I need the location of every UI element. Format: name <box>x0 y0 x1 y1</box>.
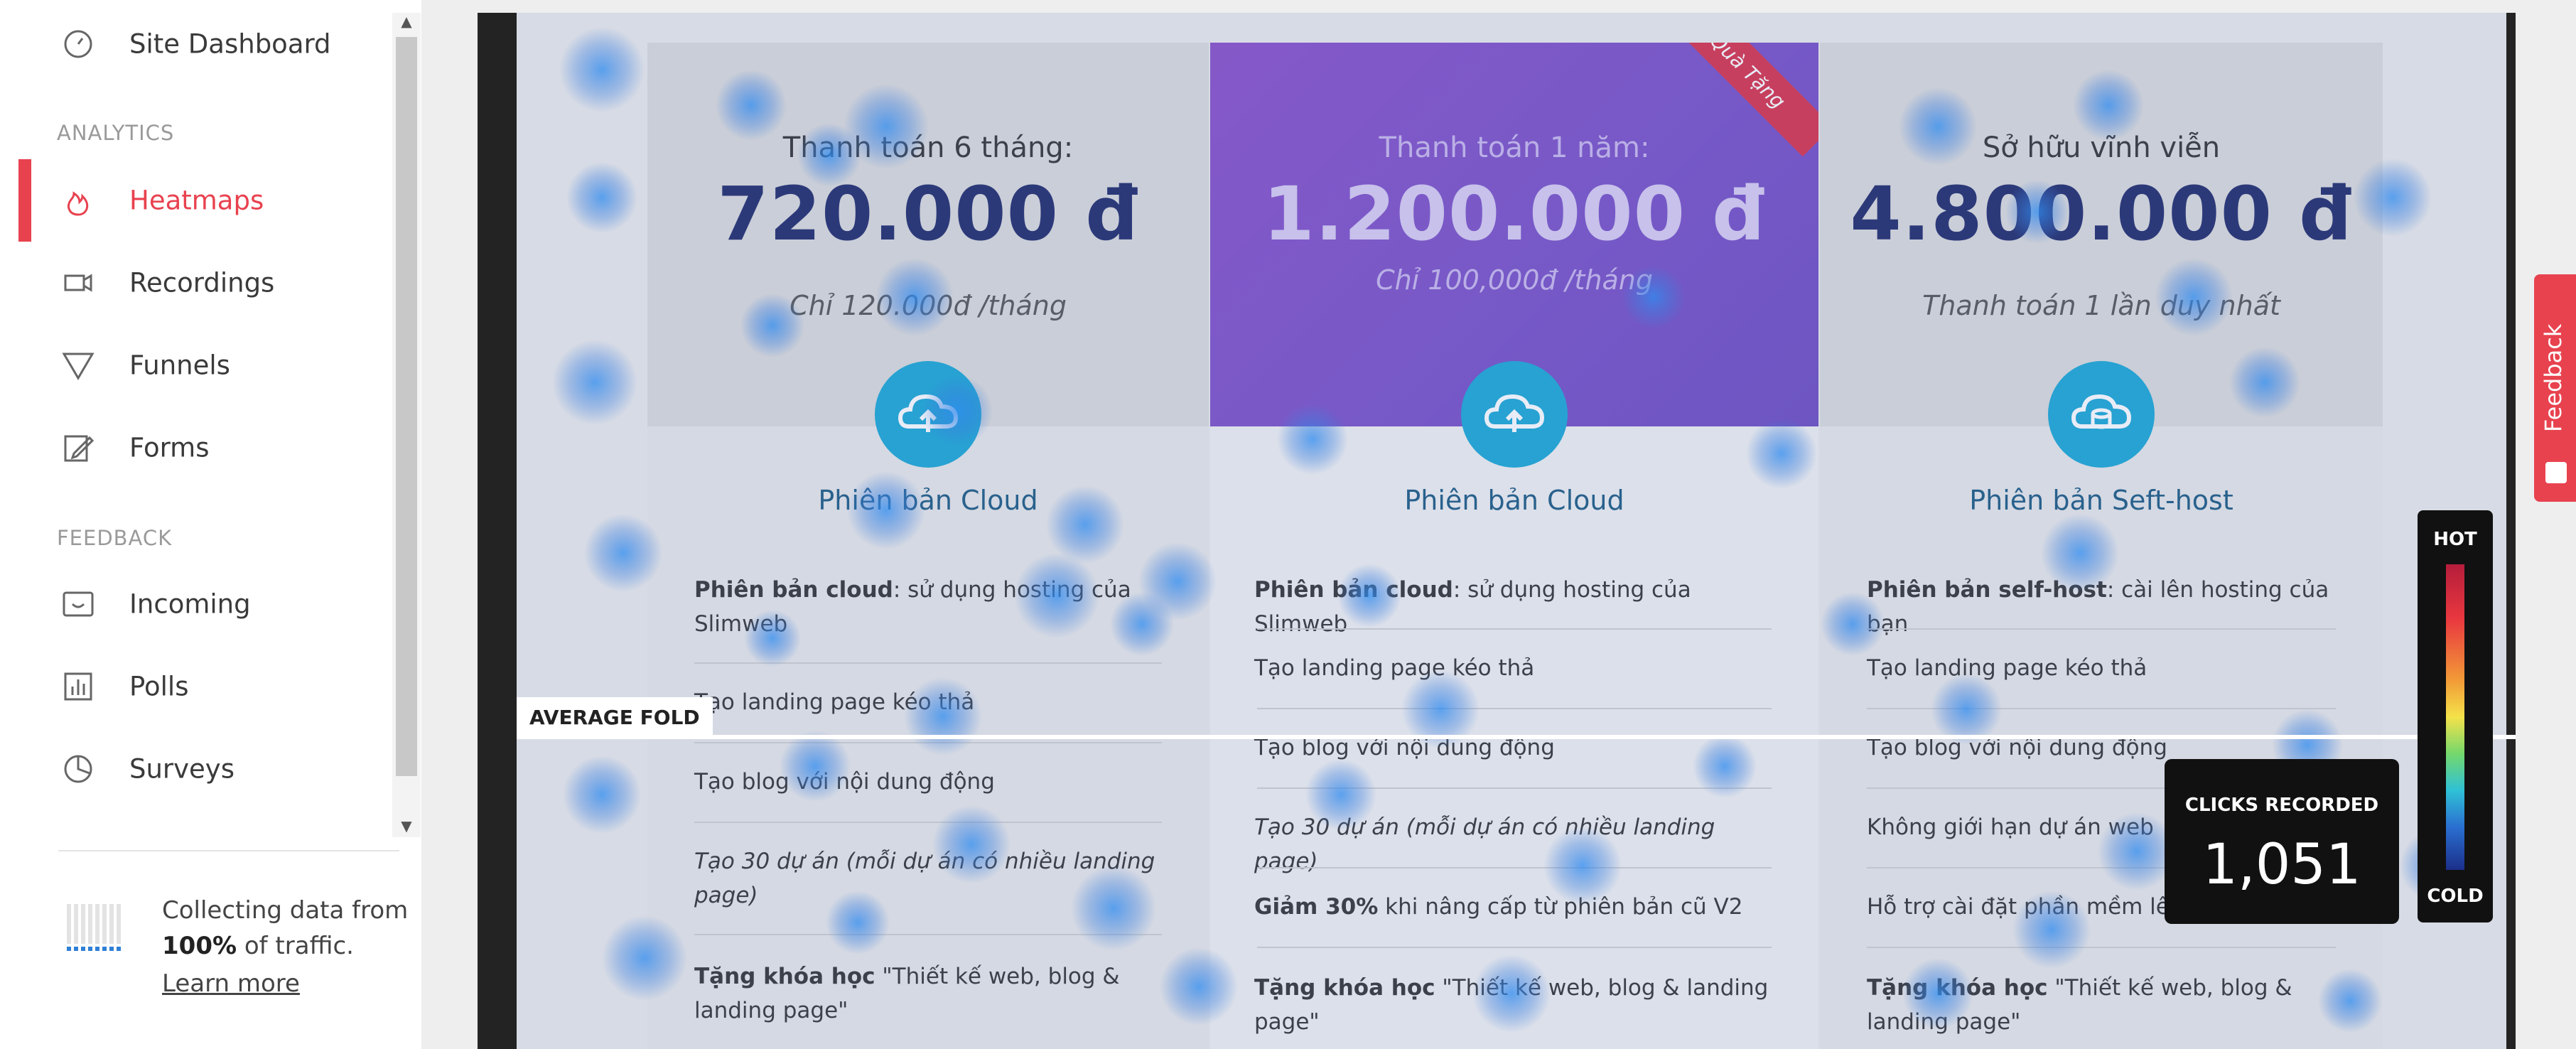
flame-icon <box>68 191 89 216</box>
feedback-tab[interactable]: Feedback <box>2534 274 2576 502</box>
divider <box>1257 628 1772 630</box>
bar-chart-icon <box>64 672 92 701</box>
funnel-icon <box>62 353 95 380</box>
sidebar-item-site-dashboard[interactable]: Site Dashboard <box>0 3 391 85</box>
traffic-bars-icon <box>67 904 121 951</box>
price-subtitle: Thanh toán 1 lần duy nhất <box>1922 290 2280 321</box>
active-indicator <box>18 159 31 242</box>
price: 720.000 đ <box>717 171 1139 257</box>
payment-period: Thanh toán 1 năm: <box>1379 131 1650 164</box>
clicks-recorded-panel: CLICKS RECORDED 1,051 <box>2165 759 2399 924</box>
learn-more-link[interactable]: Learn more <box>162 969 300 998</box>
payment-period: Thanh toán 6 tháng: <box>782 131 1074 164</box>
divider <box>694 822 1162 823</box>
edition-title: Phiên bản Seft-host <box>1969 485 2233 516</box>
feature-item: Giảm 30% khi nâng cấp từ phiên bản cũ V2 <box>1254 894 1743 920</box>
clicks-recorded-value: 1,051 <box>2202 833 2361 897</box>
cloud-database-icon <box>2048 361 2155 468</box>
divider <box>1257 867 1772 868</box>
traffic-suffix: of traffic. <box>237 932 354 960</box>
sidebar-item-label: Incoming <box>129 588 251 620</box>
sidebar-item-label: Forms <box>129 432 210 463</box>
divider <box>1867 628 2336 630</box>
sidebar-item-label: Funnels <box>129 350 230 381</box>
feature-item: Tạo landing page kéo thả <box>694 689 975 715</box>
sidebar-scrollbar-thumb[interactable] <box>396 37 417 776</box>
divider <box>694 662 1162 664</box>
divider <box>1257 947 1772 948</box>
divider <box>694 742 1162 743</box>
sidebar-item-label: Surveys <box>129 753 235 785</box>
feature-item: Tạo landing page kéo thả <box>1867 655 2147 681</box>
divider <box>58 850 399 851</box>
dashboard-icon <box>64 30 92 58</box>
edit-form-icon <box>64 435 95 462</box>
sidebar-item-polls[interactable]: Polls <box>0 645 391 728</box>
sidebar-item-label: Heatmaps <box>129 185 264 216</box>
sidebar-item-incoming[interactable]: Incoming <box>0 563 391 645</box>
sidebar-item-surveys[interactable]: Surveys <box>0 728 391 810</box>
clicks-recorded-label: CLICKS RECORDED <box>2184 795 2379 816</box>
divider <box>694 934 1162 935</box>
average-fold-label: AVERAGE FOLD <box>517 697 713 738</box>
feature-item: Tạo 30 dự án (mỗi dự án có nhiều landing… <box>694 849 1155 908</box>
sidebar: Site Dashboard ANALYTICS Heatmaps Record… <box>0 0 421 1049</box>
legend-hot-label: HOT <box>2433 529 2477 550</box>
sidebar-item-funnels[interactable]: Funnels <box>0 324 391 407</box>
cloud-upload-icon <box>1461 361 1568 468</box>
legend-gradient <box>2446 564 2464 870</box>
divider <box>1867 708 2336 709</box>
section-heading-analytics: ANALYTICS <box>57 121 175 145</box>
section-heading-feedback: FEEDBACK <box>57 526 173 550</box>
feature-item: Tặng khóa học "Thiết kế web, blog & land… <box>694 964 1120 1023</box>
feedback-icon <box>2545 462 2567 483</box>
sidebar-item-heatmaps[interactable]: Heatmaps <box>0 159 391 242</box>
sidebar-item-forms[interactable]: Forms <box>0 407 391 489</box>
cloud-upload-icon <box>875 361 981 468</box>
feedback-tab-label: Feedback <box>2540 323 2567 432</box>
pie-chart-icon <box>64 755 92 783</box>
feature-item: Tạo landing page kéo thả <box>1254 655 1535 681</box>
feature-item: Phiên bản cloud: sử dụng hosting của Sli… <box>1254 577 1691 637</box>
inbox-smile-icon <box>63 591 94 617</box>
collecting-data-text: Collecting data from 100% of traffic. <box>162 893 408 964</box>
traffic-percent: 100% <box>162 932 237 960</box>
price-subtitle: Chỉ 120.000đ /tháng <box>789 290 1067 321</box>
edition-title: Phiên bản Cloud <box>1404 485 1624 516</box>
divider <box>1257 787 1772 789</box>
sidebar-item-label: Recordings <box>129 267 275 298</box>
sidebar-item-label: Site Dashboard <box>129 28 331 60</box>
price-subtitle: Chỉ 100,000đ /tháng <box>1376 264 1653 296</box>
average-fold-line <box>517 735 2516 739</box>
divider <box>1867 947 2336 948</box>
feature-item: Tặng khóa học "Thiết kế web, blog & land… <box>1867 975 2292 1035</box>
pricing-column-6-months: Thanh toán 6 tháng: 720.000 đ Chỉ 120.00… <box>647 43 1209 1049</box>
feature-item: Phiên bản self-host: cài lên hosting của… <box>1867 577 2329 637</box>
top-strip <box>421 0 2576 13</box>
collecting-data-line1: Collecting data from <box>162 896 409 925</box>
scroll-down-icon[interactable]: ▼ <box>398 817 415 834</box>
feature-item: Phiên bản cloud: sử dụng hosting của Sli… <box>694 577 1131 637</box>
sidebar-item-recordings[interactable]: Recordings <box>0 242 391 324</box>
feature-item: Tặng khóa học "Thiết kế web, blog & land… <box>1254 975 1769 1035</box>
heat-legend: HOT COLD <box>2418 510 2493 922</box>
price: 1.200.000 đ <box>1263 171 1766 257</box>
price: 4.800.000 đ <box>1850 171 2353 257</box>
payment-period: Sở hữu vĩnh viễn <box>1982 131 2221 164</box>
legend-cold-label: COLD <box>2427 886 2484 907</box>
sidebar-item-label: Polls <box>129 671 189 702</box>
edition-title: Phiên bản Cloud <box>818 485 1038 516</box>
scroll-up-icon[interactable]: ▲ <box>398 13 415 30</box>
video-camera-icon <box>64 274 92 292</box>
pricing-column-1-year: Quà Tặng Thanh toán 1 năm: 1.200.000 đ C… <box>1210 43 1818 1049</box>
divider <box>1257 708 1772 709</box>
feature-item: Tạo blog với nội dung động <box>694 769 995 795</box>
